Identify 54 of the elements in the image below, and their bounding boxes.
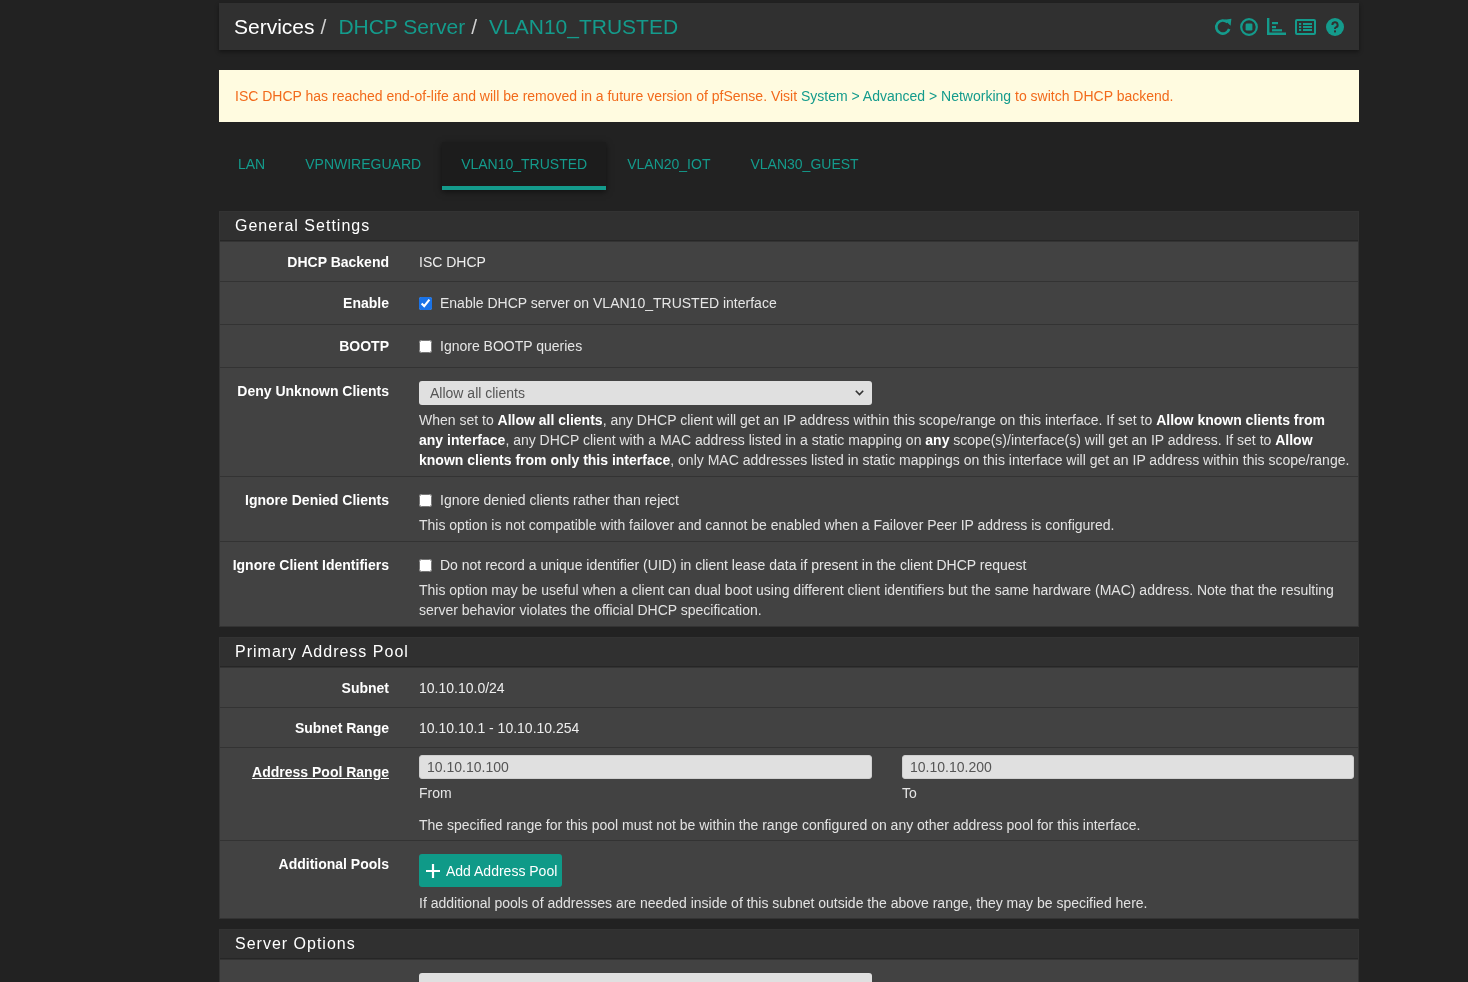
add-button[interactable]: Add Address Pool [419,854,563,887]
field-label: Deny Unknown Clients [236,382,389,401]
checkbox[interactable] [419,339,432,353]
interface-tab[interactable]: VLAN20_IOT [608,142,730,190]
checkbox[interactable] [419,296,432,310]
plus-icon [426,863,440,878]
field-label: Ignore Denied Clients [244,491,389,510]
section-heading: General Settings [220,212,1358,241]
field-value: ISC DHCP [419,253,487,272]
breadcrumb-item: Services [234,14,315,39]
interface-tab[interactable]: LAN [219,142,285,190]
breadcrumb-separator: / [471,14,478,39]
help-icon[interactable] [1326,17,1344,36]
input-field[interactable]: 10.10.10.200 [902,755,1354,779]
section-heading: Primary Address Pool [220,638,1358,667]
breadcrumb-link[interactable]: DHCP Server [338,14,466,39]
help-text: When set to Allow all clients, any DHCP client will get an IP address within this scope/range on this interface. If set to Allow known clients from any interface, any DHCP client with a MAC address listed in a static mapping on any scope(s)/interface(s) will get an IP address. If set to Allow known clients from only this interface, only MAC addresses listed in static mappings on this interface will get an IP address within this scope/range. [419,411,1351,470]
checkbox-label: Do not record a unique identifier (UID) in client lease data if present in the client DHCP request [440,556,1027,575]
interface-tab[interactable]: VLAN10_TRUSTED [442,142,607,190]
input-field[interactable]: 10.10.10.100 [419,755,872,779]
field-label: Subnet [340,679,389,698]
interface-tab[interactable]: VPNWIREGUARD [286,142,441,190]
field-label: DHCP Backend [286,253,389,272]
section-heading: Server Options [220,930,1358,959]
field-label: Additional Pools [277,855,389,874]
field-value: 10.10.10.0/24 [419,679,506,698]
breadcrumb-link[interactable]: VLAN10_TRUSTED [489,14,679,39]
breadcrumb-separator: / [320,14,327,39]
refresh-icon[interactable] [1214,17,1232,36]
help-text: This option is not compatible with failover and cannot be enabled when a Failover Peer IP address is configured. [419,516,1116,535]
field-label: Ignore Client Identifiers [231,556,389,575]
help-text: If additional pools of addresses are needed inside of this subnet outside the above range, they may be specified here. [419,894,1149,913]
help-text: This option may be useful when a client can dual boot using different client identifiers but the same hardware (MAC) address. Note that the resulting server behavior violates the official DHCP specification. [419,581,1335,620]
field-label: Enable [342,294,389,313]
field-caption: From [419,784,452,803]
field-label: BOOTP [338,337,389,356]
field-caption: To [902,784,917,803]
help-text: The specified range for this pool must not be within the range configured on any other address pool for this interface. [419,816,1142,835]
list-icon[interactable] [1295,18,1316,35]
field-label-link[interactable]: Address Pool Range [220,755,389,835]
select-field[interactable]: Allow all clients [419,381,872,405]
notice-text: ISC DHCP has reached end-of-life and will be removed in a future version of pfSense. Visit System > Advanced > Networking to switch DHCP backend. [235,87,1175,106]
checkbox-label: Ignore BOOTP queries [440,337,583,356]
interface-tab[interactable]: VLAN30_GUEST [731,142,878,190]
chevron-down-icon [855,390,864,396]
checkbox[interactable] [419,558,432,572]
bar-chart-icon[interactable] [1267,18,1286,35]
stop-circle-icon[interactable] [1240,17,1258,36]
field-label: Subnet Range [293,719,389,738]
checkbox[interactable] [419,493,432,507]
checkbox-label: Enable DHCP server on VLAN10_TRUSTED interface [440,294,777,313]
notice-link[interactable]: System > Advanced > Networking [801,88,1012,104]
checkbox-label: Ignore denied clients rather than reject [440,491,679,510]
field-value: 10.10.10.1 - 10.10.10.254 [419,719,581,738]
